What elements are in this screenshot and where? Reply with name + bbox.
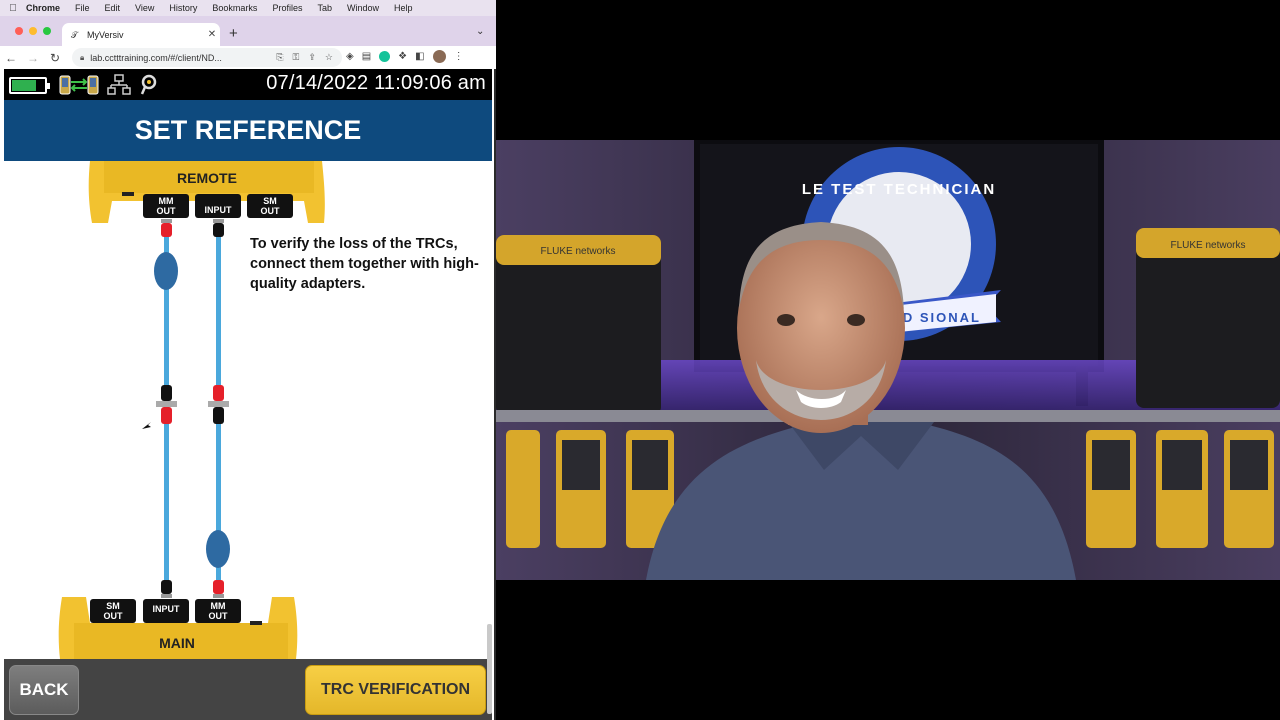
screen-title: SET REFERENCE [4, 100, 492, 161]
mouse-cursor-icon [142, 422, 151, 429]
menu-view[interactable]: View [135, 3, 154, 13]
clipboard-icon[interactable]: ⎘ [276, 52, 283, 63]
remote-device-screen: 07/14/2022 11:09:06 am SET REFERENCE REM… [4, 69, 492, 720]
browser-tab[interactable]: 𝒯 MyVersiv ✕ [62, 23, 220, 46]
probe-icon [140, 74, 157, 95]
main-port-sm-out: SM OUT [90, 599, 136, 623]
menu-bookmarks[interactable]: Bookmarks [212, 3, 257, 13]
extension-icons: ◈ ▤ ❖ ◧ ⋮ [346, 50, 464, 63]
close-tab-icon[interactable]: ✕ [204, 29, 220, 40]
extension-doc-icon[interactable]: ▤ [362, 51, 371, 62]
remote-port-sm-out: SM OUT [247, 194, 293, 218]
remote-label: REMOTE [177, 170, 237, 186]
url-text: lab.cctttraining.com/#/client/ND... [90, 52, 222, 63]
cable-left [154, 219, 178, 598]
remote-port-mm-out: MM OUT [143, 194, 189, 218]
menu-help[interactable]: Help [394, 3, 413, 13]
banner-top-text: LE TEST TECHNICIAN [802, 181, 996, 198]
main-label: MAIN [159, 635, 195, 651]
svg-text:INPUT: INPUT [205, 205, 233, 215]
back-button[interactable]: BACK [9, 665, 79, 715]
remote-unit: REMOTE MM OUT INPUT SM OUT [88, 161, 325, 223]
scrollbar[interactable] [487, 624, 492, 714]
svg-text:SM: SM [106, 601, 120, 611]
instruction-text: To verify the loss of the TRCs, connect … [250, 236, 479, 292]
tab-search-icon[interactable]: ⌄ [476, 26, 484, 37]
webcam-video: LE TEST TECHNICIAN IFIED SIONAL FLUKE ne… [496, 140, 1280, 580]
fluke-bag-left: FLUKE networks [496, 235, 661, 415]
svg-text:OUT: OUT [104, 611, 124, 621]
close-window-button[interactable] [15, 27, 23, 35]
device-bottom-bar: BACK TRC VERIFICATION [4, 659, 492, 720]
key-icon[interactable]: ⚿ [293, 52, 300, 63]
back-arrow-icon[interactable]: ← [0, 51, 22, 65]
browser-window:  Chrome File Edit View History Bookmark… [0, 0, 496, 720]
main-port-input: INPUT [143, 599, 189, 623]
device-datetime: 07/14/2022 11:09:06 am [266, 72, 486, 94]
apple-icon[interactable]:  [0, 3, 26, 14]
address-bar[interactable]: 🔒︎ lab.cctttraining.com/#/client/ND... ⎘… [72, 48, 342, 67]
main-port-mm-out: MM OUT [195, 599, 241, 623]
battery-icon [9, 77, 50, 94]
fluke-bag-right: FLUKE networks [1136, 228, 1280, 408]
svg-text:MM: MM [159, 196, 174, 206]
menu-profiles[interactable]: Profiles [272, 3, 302, 13]
mac-menubar:  Chrome File Edit View History Bookmark… [0, 0, 496, 16]
minimize-window-button[interactable] [29, 27, 37, 35]
new-tab-icon[interactable]: + [229, 25, 238, 42]
share-icon[interactable]: ⇪ [308, 52, 316, 63]
svg-text:OUT: OUT [157, 206, 177, 216]
svg-text:SM: SM [263, 196, 277, 206]
battery-fill [12, 80, 36, 91]
forward-arrow-icon[interactable]: → [22, 51, 44, 65]
remote-port-input: INPUT [195, 194, 241, 218]
device-status-bar: 07/14/2022 11:09:06 am [4, 69, 492, 100]
svg-text:OUT: OUT [209, 611, 229, 621]
bookmark-star-icon[interactable]: ☆ [325, 52, 333, 63]
cable-right [206, 219, 230, 598]
browser-toolbar: ← → ↻ 🔒︎ lab.cctttraining.com/#/client/N… [0, 46, 496, 69]
kebab-menu-icon[interactable]: ⋮ [454, 51, 464, 62]
network-icon [107, 74, 131, 95]
screen:  Chrome File Edit View History Bookmark… [0, 0, 1280, 720]
svg-text:MM: MM [211, 601, 226, 611]
svg-text:INPUT: INPUT [153, 604, 181, 614]
reload-icon[interactable]: ↻ [44, 51, 66, 65]
trc-cable-icon [59, 75, 99, 95]
menu-edit[interactable]: Edit [105, 3, 121, 13]
tab-strip: 𝒯 MyVersiv ✕ + ⌄ [0, 16, 496, 46]
svg-text:OUT: OUT [261, 206, 281, 216]
bag-left-brand: FLUKE networks [540, 246, 615, 257]
menu-tab[interactable]: Tab [317, 3, 332, 13]
grammarly-icon[interactable] [379, 51, 391, 62]
maximize-window-button[interactable] [43, 27, 51, 35]
profile-avatar[interactable] [432, 50, 446, 63]
lock-icon: 🔒︎ [80, 52, 85, 62]
favicon-icon: 𝒯 [71, 29, 78, 40]
bag-right-brand: FLUKE networks [1170, 240, 1245, 251]
extensions-puzzle-icon[interactable]: ❖ [398, 51, 407, 62]
menu-history[interactable]: History [169, 3, 197, 13]
tab-title: MyVersiv [87, 29, 124, 40]
extension-shield-icon[interactable]: ◈ [346, 51, 354, 62]
sidepanel-icon[interactable]: ◧ [415, 51, 424, 62]
trc-verification-button[interactable]: TRC VERIFICATION [305, 665, 486, 715]
mandrel-right [206, 530, 230, 568]
mandrel-left [154, 252, 178, 290]
menu-chrome[interactable]: Chrome [26, 3, 60, 13]
main-unit: SM OUT INPUT MM OUT MAIN [58, 597, 298, 659]
menu-file[interactable]: File [75, 3, 90, 13]
menu-window[interactable]: Window [347, 3, 379, 13]
